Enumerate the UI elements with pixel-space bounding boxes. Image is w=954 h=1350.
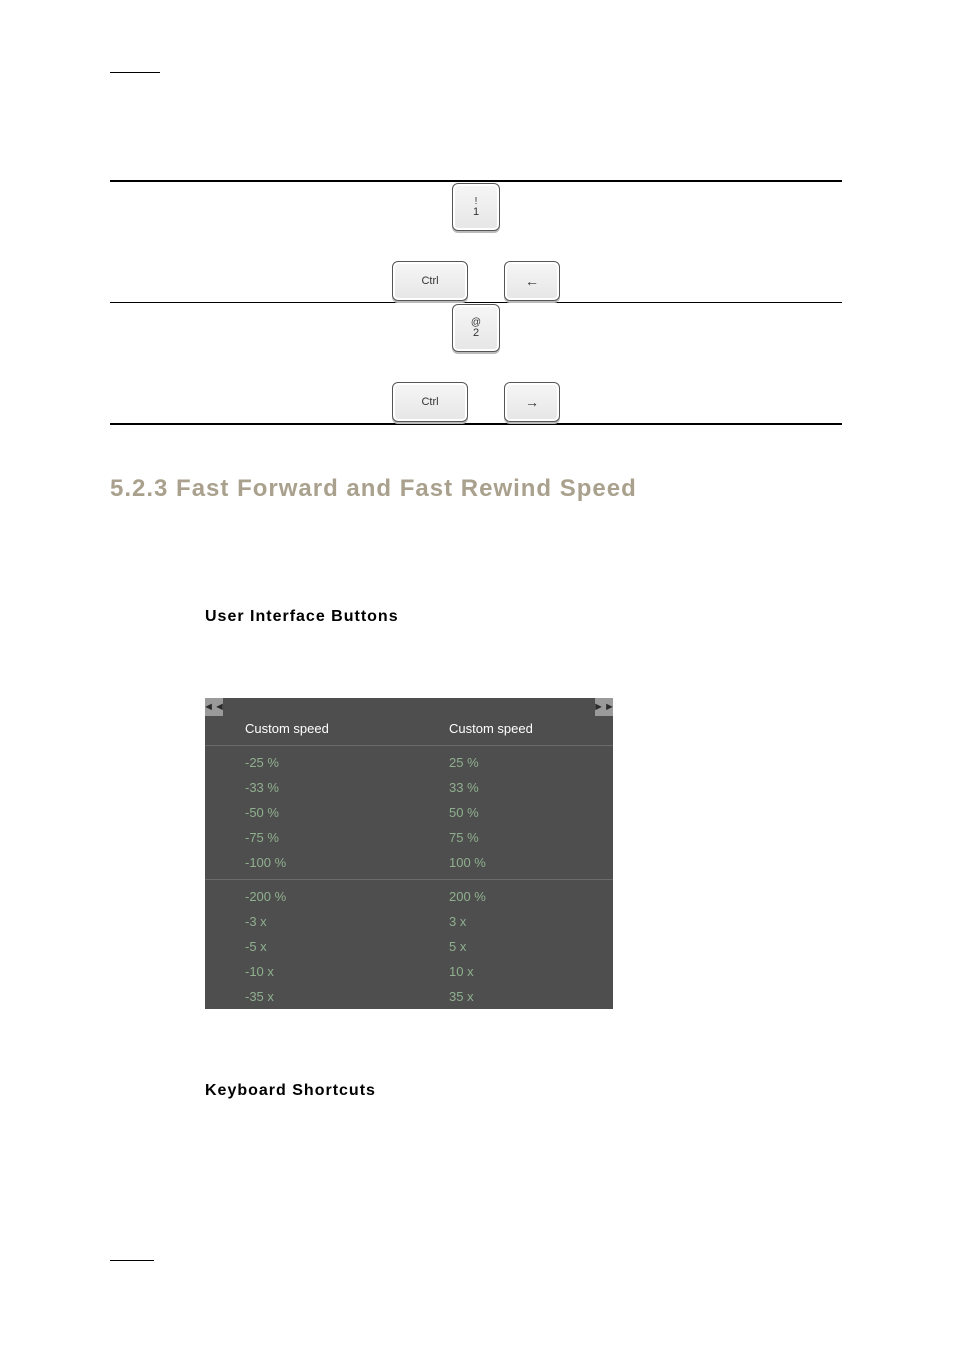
forward-menu: ►► Custom speed 25 % 33 % 50 % 75 % 100 … <box>409 698 613 1009</box>
menu-separator <box>409 879 613 880</box>
menu-item-speed[interactable]: 33 % <box>409 775 613 800</box>
header-rule <box>110 72 160 73</box>
forward-icon-glyph: ►► <box>593 701 615 713</box>
section-heading: 5.2.3 Fast Forward and Fast Rewind Speed <box>110 475 637 503</box>
menu-item-speed[interactable]: 3 x <box>409 909 613 934</box>
shortcut-table: ! 1 Ctrl ← @ 2 Ctrl → <box>110 180 842 425</box>
menu-item-custom-speed[interactable]: Custom speed <box>409 716 613 741</box>
subheading-ui-buttons: User Interface Buttons <box>205 608 399 626</box>
key-ctrl: Ctrl <box>392 382 468 422</box>
rewind-menu: ◄◄ Custom speed -25 % -33 % -50 % -75 % … <box>205 698 409 1009</box>
menu-item-speed[interactable]: 5 x <box>409 934 613 959</box>
menu-item-custom-speed[interactable]: Custom speed <box>205 716 409 741</box>
forward-menu-header-row: ►► <box>409 698 613 716</box>
key-upper-label: @ <box>471 318 481 328</box>
menu-item-speed[interactable]: -3 x <box>205 909 409 934</box>
menu-item-speed[interactable]: 75 % <box>409 825 613 850</box>
table-row: ! 1 Ctrl ← <box>110 182 842 302</box>
rewind-icon[interactable]: ◄◄ <box>205 698 223 716</box>
menu-item-speed[interactable]: 50 % <box>409 800 613 825</box>
rewind-menu-header-row: ◄◄ <box>205 698 409 716</box>
key-arrow-right: → <box>504 382 560 422</box>
menu-item-speed[interactable]: -75 % <box>205 825 409 850</box>
key-upper-label: ! <box>475 197 478 207</box>
key-lower-label: 2 <box>473 328 479 339</box>
menu-item-speed[interactable]: 100 % <box>409 850 613 875</box>
rewind-icon-glyph: ◄◄ <box>203 701 225 713</box>
menu-item-speed[interactable]: -50 % <box>205 800 409 825</box>
key-combo: Ctrl → <box>392 382 560 422</box>
table-row: @ 2 Ctrl → <box>110 303 842 423</box>
menu-item-speed[interactable]: 10 x <box>409 959 613 984</box>
menu-item-speed[interactable]: -200 % <box>205 884 409 909</box>
menu-item-speed[interactable]: 25 % <box>409 750 613 775</box>
menu-separator <box>205 745 409 746</box>
key-ctrl: Ctrl <box>392 261 468 301</box>
key-2: @ 2 <box>452 304 500 352</box>
menu-item-speed[interactable]: -10 x <box>205 959 409 984</box>
menu-item-speed[interactable]: -25 % <box>205 750 409 775</box>
menu-separator <box>205 879 409 880</box>
menu-item-speed[interactable]: 200 % <box>409 884 613 909</box>
key-cell: @ 2 Ctrl → <box>110 304 842 422</box>
key-combo: Ctrl ← <box>392 261 560 301</box>
menu-item-speed[interactable]: -5 x <box>205 934 409 959</box>
subheading-keyboard-shortcuts: Keyboard Shortcuts <box>205 1082 376 1100</box>
menu-item-speed[interactable]: -33 % <box>205 775 409 800</box>
menu-separator <box>409 745 613 746</box>
key-arrow-left: ← <box>504 261 560 301</box>
menu-item-speed[interactable]: -100 % <box>205 850 409 875</box>
table-bottom-border <box>110 423 842 425</box>
forward-icon[interactable]: ►► <box>595 698 613 716</box>
menu-item-speed[interactable]: -35 x <box>205 984 409 1009</box>
footer-rule <box>110 1260 154 1261</box>
key-lower-label: 1 <box>473 207 479 218</box>
speed-menus: ◄◄ Custom speed -25 % -33 % -50 % -75 % … <box>205 698 613 1009</box>
menu-item-speed[interactable]: 35 x <box>409 984 613 1009</box>
key-1: ! 1 <box>452 183 500 231</box>
key-cell: ! 1 Ctrl ← <box>110 183 842 301</box>
document-page: ! 1 Ctrl ← @ 2 Ctrl → <box>0 0 954 1350</box>
